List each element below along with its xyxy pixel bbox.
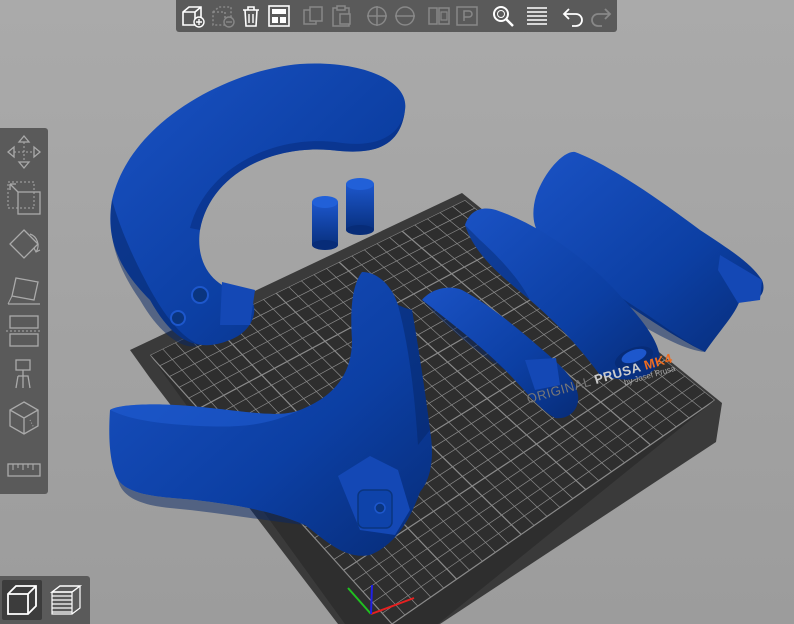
split-objects-icon <box>428 7 450 25</box>
plus-icon <box>367 6 387 26</box>
view-toggle <box>0 576 90 624</box>
top-toolbar <box>176 0 617 32</box>
seam-painting-tool[interactable] <box>4 398 44 438</box>
copy-icon <box>303 6 323 25</box>
minus-icon <box>395 6 415 26</box>
paint-supports-icon <box>15 359 31 389</box>
move-tool[interactable] <box>4 132 44 172</box>
move-icon <box>6 134 42 170</box>
object-pin-1[interactable] <box>312 196 338 250</box>
split-parts-button[interactable] <box>454 3 480 29</box>
rotate-icon <box>9 229 41 259</box>
gizmo-toolbar <box>0 128 48 494</box>
paint-supports-tool[interactable] <box>4 354 44 394</box>
3d-view-button[interactable] <box>2 580 42 620</box>
cut-tool[interactable] <box>4 310 44 350</box>
measure-tool[interactable] <box>4 450 44 490</box>
undo-icon <box>562 8 583 27</box>
preview-layers-icon <box>49 585 83 615</box>
redo-button[interactable] <box>588 3 614 29</box>
add-instance-button[interactable] <box>364 3 390 29</box>
object-pin-2[interactable] <box>346 178 374 235</box>
measure-icon <box>7 463 41 477</box>
add-button[interactable] <box>180 3 206 29</box>
arrange-icon <box>268 5 290 27</box>
3d-view-icon <box>7 585 37 615</box>
copy-button[interactable] <box>300 3 326 29</box>
trash-icon <box>243 6 259 27</box>
arrange-button[interactable] <box>266 3 292 29</box>
delete-all-button[interactable] <box>238 3 264 29</box>
delete-button[interactable] <box>210 3 236 29</box>
preview-button[interactable] <box>46 580 86 620</box>
place-on-face-icon <box>7 277 40 305</box>
cube-delete-icon <box>212 6 235 28</box>
paste-button[interactable] <box>328 3 354 29</box>
seam-icon <box>9 401 39 435</box>
redo-icon <box>591 8 612 27</box>
split-objects-button[interactable] <box>426 3 452 29</box>
split-parts-icon <box>456 6 478 26</box>
3d-scene[interactable] <box>0 0 794 624</box>
rotate-tool[interactable] <box>4 224 44 264</box>
scale-tool[interactable] <box>4 178 44 218</box>
layers-icon <box>527 7 547 25</box>
cube-add-icon <box>182 6 205 28</box>
paste-icon <box>332 5 351 27</box>
search-icon <box>493 6 514 27</box>
undo-button[interactable] <box>560 3 586 29</box>
scale-icon <box>7 181 41 215</box>
place-on-face-tool[interactable] <box>4 270 44 310</box>
3d-viewport[interactable]: ORIGINAL PRUSA MK4 by Josef Prusa <box>0 0 794 624</box>
cut-icon <box>6 315 42 347</box>
remove-instance-button[interactable] <box>392 3 418 29</box>
search-button[interactable] <box>490 3 516 29</box>
layer-editing-button[interactable] <box>524 3 550 29</box>
